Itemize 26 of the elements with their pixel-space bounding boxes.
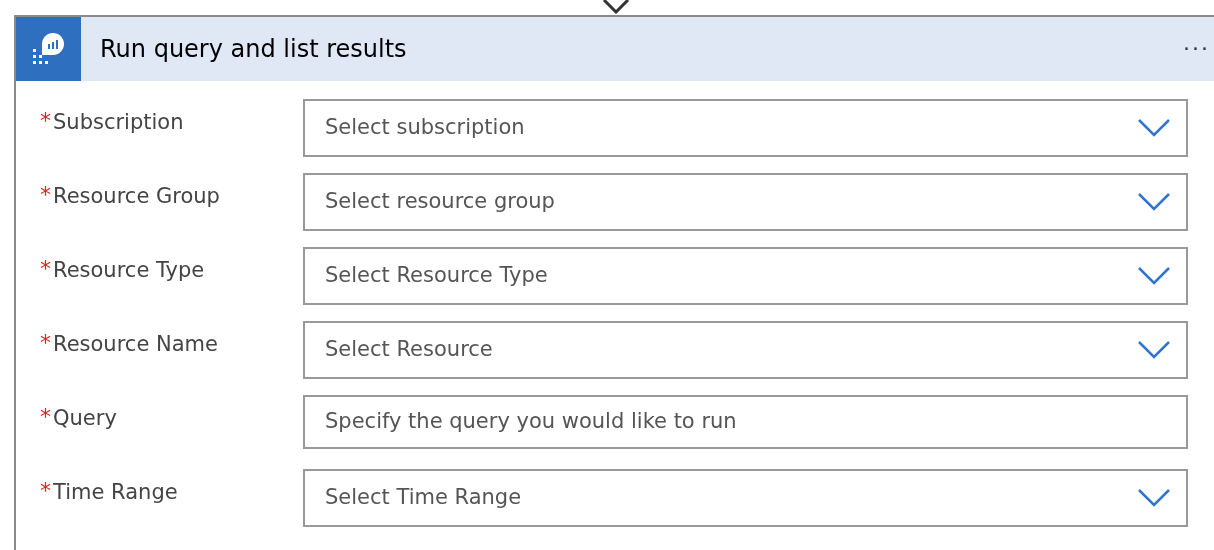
required-asterisk: * <box>40 331 51 355</box>
input-field[interactable]: Specify the query you would like to run <box>303 395 1188 449</box>
chevron-down-icon <box>1138 193 1170 211</box>
field-label: Time Range <box>53 479 178 505</box>
card-title: Run query and list results <box>100 34 407 65</box>
app-icon <box>16 17 81 81</box>
required-asterisk: * <box>40 257 51 281</box>
dropdown-field[interactable]: Select subscription <box>303 99 1188 157</box>
chevron-down-icon <box>1138 119 1170 137</box>
chevron-down-icon <box>1138 341 1170 359</box>
field-label: Subscription <box>53 109 184 135</box>
required-asterisk: * <box>40 405 51 429</box>
field-label: Resource Group <box>53 183 220 209</box>
more-button[interactable]: ··· <box>1183 38 1210 60</box>
dropdown-field[interactable]: Select Time Range <box>303 469 1188 527</box>
field-label: Query <box>53 405 117 431</box>
dropdown-field[interactable]: Select resource group <box>303 173 1188 231</box>
required-asterisk: * <box>40 183 51 207</box>
chevron-down-icon <box>1138 267 1170 285</box>
chevron-down-icon <box>1138 489 1170 507</box>
dropdown-field[interactable]: Select Resource Type <box>303 247 1188 305</box>
required-asterisk: * <box>40 479 51 503</box>
required-asterisk: * <box>40 109 51 133</box>
field-label: Resource Name <box>53 331 218 357</box>
field-label: Resource Type <box>53 257 205 283</box>
dropdown-field[interactable]: Select Resource <box>303 321 1188 379</box>
